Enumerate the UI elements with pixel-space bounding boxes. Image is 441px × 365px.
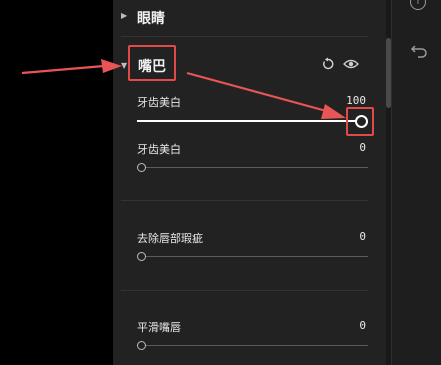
annotation-arrows bbox=[21, 59, 346, 119]
